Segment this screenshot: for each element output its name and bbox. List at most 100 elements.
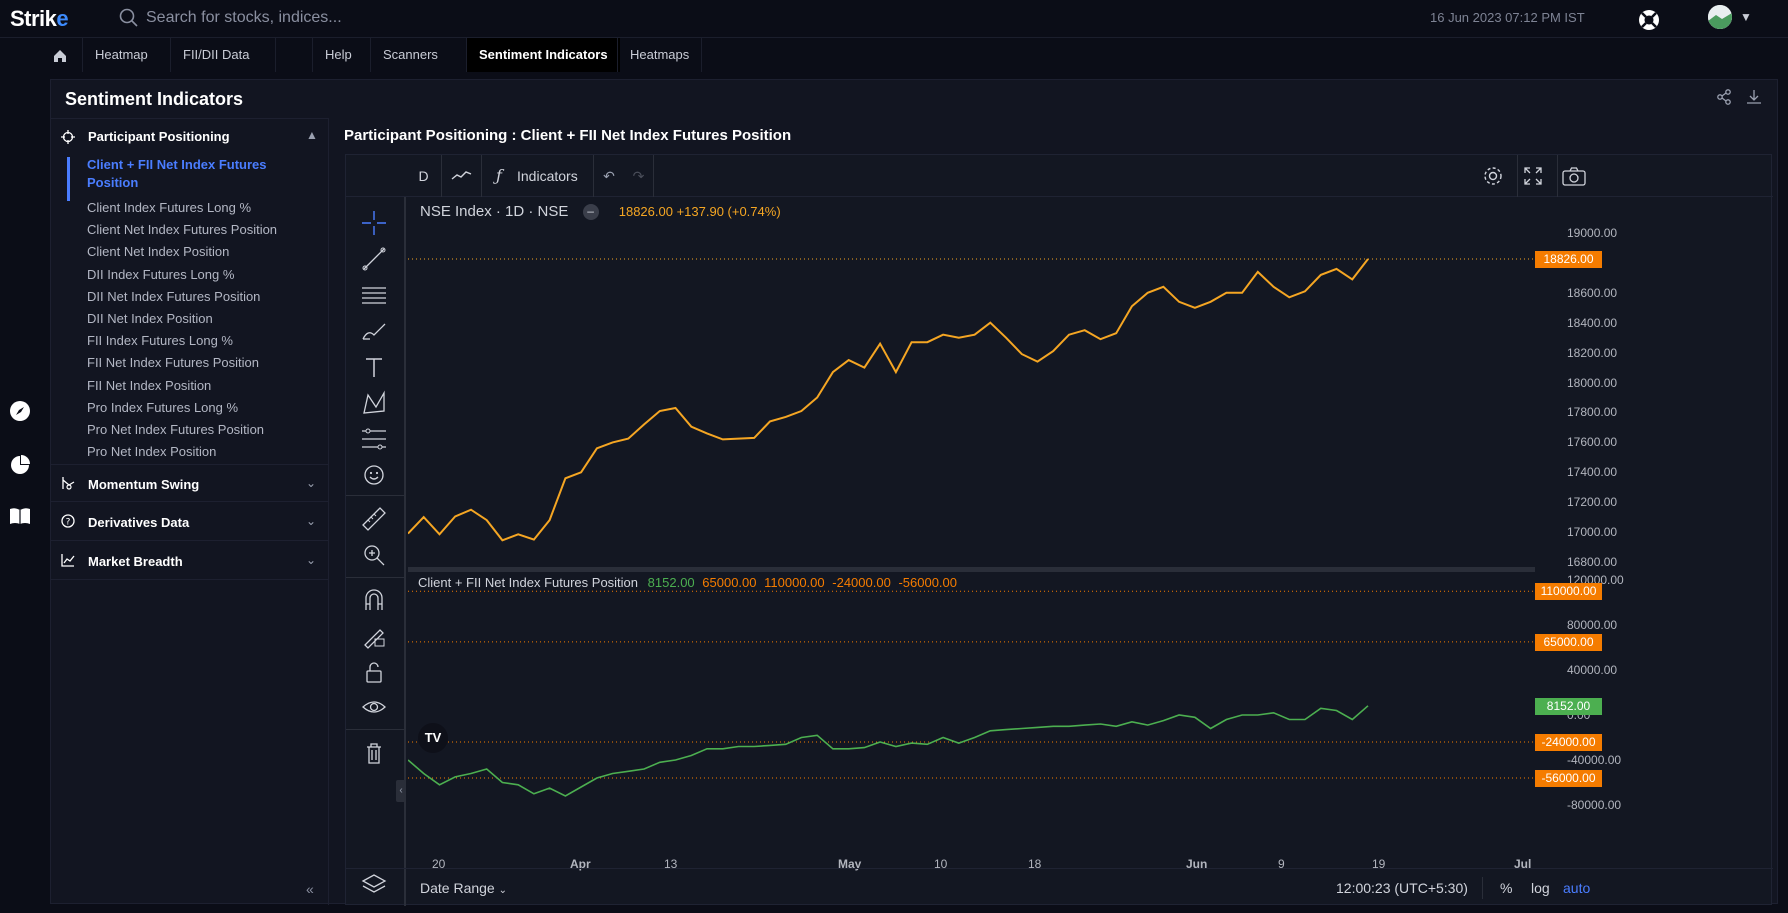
unlock-icon[interactable] xyxy=(360,658,388,686)
chart-type-button[interactable] xyxy=(442,155,482,197)
lock-pen-icon[interactable] xyxy=(360,622,388,650)
chart-title: Participant Positioning : Client + FII N… xyxy=(344,127,792,144)
book-icon[interactable] xyxy=(9,506,31,526)
redo-icon[interactable]: ↷ xyxy=(624,155,654,197)
sidebar-item-dii-net-index-futures-position[interactable]: DII Net Index Futures Position xyxy=(87,287,317,307)
collapse-toolbar-icon[interactable]: ‹ xyxy=(396,780,406,802)
settings-icon[interactable] xyxy=(1482,165,1504,187)
pattern-icon[interactable] xyxy=(360,389,388,417)
level-tag: 8152.00 xyxy=(1535,697,1602,715)
crosshair-icon xyxy=(61,130,75,144)
y-tick-label: 18000.00 xyxy=(1567,375,1618,390)
sidebar-section-market-breadth[interactable]: Market Breadth ⌄ xyxy=(51,542,328,580)
line-style-icon xyxy=(451,171,472,180)
y-tick-label: 19000.00 xyxy=(1567,226,1618,240)
y-tick-label: 18400.00 xyxy=(1567,315,1618,330)
lifebuoy-icon[interactable] xyxy=(1637,8,1661,32)
percent-toggle[interactable]: % xyxy=(1500,880,1512,896)
tab-heatmaps[interactable]: Heatmaps xyxy=(617,38,703,72)
sidebar-section-label: Derivatives Data xyxy=(88,515,190,530)
brush-icon[interactable] xyxy=(360,317,388,345)
share-icon[interactable] xyxy=(1716,89,1732,105)
last-price-tag: 18826.00 xyxy=(1535,251,1602,269)
tab-sentiment-indicators[interactable]: Sentiment Indicators xyxy=(466,38,620,72)
tradingview-logo[interactable]: TV xyxy=(418,723,448,753)
avatar[interactable] xyxy=(1708,5,1732,29)
indicators-button[interactable]: ƒ Indicators xyxy=(482,155,594,197)
sidebar: Participant Positioning ▲ Client + FII N… xyxy=(51,118,329,905)
level-tag: -24000.00 xyxy=(1535,734,1602,751)
active-indicator xyxy=(67,157,70,201)
interval-button[interactable]: D xyxy=(406,155,442,197)
tab-fii-dii-data[interactable]: FII/DII Data xyxy=(170,38,261,72)
legend-toggle-icon[interactable]: – xyxy=(582,204,599,221)
y-tick-label: 17200.00 xyxy=(1567,495,1618,510)
symbol-label: NSE Index · 1D · NSE xyxy=(420,203,569,220)
eye-icon[interactable] xyxy=(360,694,388,722)
y-axis[interactable]: 19000.00 18600.00 18400.00 18200.00 18000.00… xyxy=(1535,197,1773,906)
plot-area[interactable]: NSE Index · 1D · NSE – 18826.00 +137.90 … xyxy=(408,197,1535,906)
y-tick-label: 17600.00 xyxy=(1567,435,1618,450)
forecast-icon[interactable] xyxy=(360,425,388,453)
ruler-icon[interactable] xyxy=(360,505,388,533)
pane-divider[interactable] xyxy=(408,567,1535,572)
tab-scanners[interactable]: Scanners xyxy=(370,38,450,72)
y-tick-label: 80000.00 xyxy=(1567,618,1618,632)
y-tick-label: 16800.00 xyxy=(1567,555,1618,569)
horizontal-lines-icon[interactable] xyxy=(360,281,388,309)
y-tick-label: 17400.00 xyxy=(1567,465,1618,480)
sidebar-item-dii-index-futures-long[interactable]: DII Index Futures Long % xyxy=(87,265,317,285)
zoom-in-icon[interactable] xyxy=(360,541,388,569)
text-icon[interactable] xyxy=(360,353,388,381)
sidebar-item-client-net-index-futures-position[interactable]: Client Net Index Futures Position xyxy=(87,220,317,240)
sidebar-item-client-fii-net-index-futures-position[interactable]: Client + FII Net Index Futures Position xyxy=(87,156,287,192)
undo-icon[interactable]: ↶ xyxy=(594,155,624,197)
tab-heatmap[interactable]: Heatmap xyxy=(82,38,160,72)
sidebar-item-fii-net-index-futures-position[interactable]: FII Net Index Futures Position xyxy=(87,353,317,373)
fullscreen-icon[interactable] xyxy=(1523,166,1543,186)
sidebar-item-fii-net-index-position[interactable]: FII Net Index Position xyxy=(87,376,317,396)
sidebar-section-momentum-swing[interactable]: Momentum Swing ⌄ xyxy=(51,464,328,502)
search-icon xyxy=(119,8,138,27)
search-input[interactable] xyxy=(146,6,746,30)
logo-accent: e xyxy=(56,6,69,31)
tab-blank[interactable] xyxy=(275,38,313,72)
emoji-icon[interactable] xyxy=(360,461,388,489)
date-range-button[interactable]: Date Range ⌄ xyxy=(420,880,507,896)
sidebar-item-pro-index-futures-long[interactable]: Pro Index Futures Long % xyxy=(87,398,317,418)
y-tick-label: 17800.00 xyxy=(1567,405,1618,420)
price-legend: NSE Index · 1D · NSE – 18826.00 +137.90 … xyxy=(420,203,781,221)
sidebar-item-client-net-index-position[interactable]: Client Net Index Position xyxy=(87,242,317,262)
sidebar-section-participant-positioning[interactable]: Participant Positioning ▲ xyxy=(51,119,328,151)
price-values: 18826.00 +137.90 (+0.74%) xyxy=(618,204,781,219)
log-toggle[interactable]: log xyxy=(1531,880,1550,896)
compass-icon[interactable] xyxy=(9,400,31,422)
magnet-icon[interactable] xyxy=(360,586,388,614)
sidebar-item-dii-net-index-position[interactable]: DII Net Index Position xyxy=(87,309,317,329)
pie-chart-icon[interactable] xyxy=(9,453,31,475)
trash-icon[interactable] xyxy=(360,739,388,767)
level-tag: 65000.00 xyxy=(1535,633,1602,651)
sidebar-item-pro-net-index-position[interactable]: Pro Net Index Position xyxy=(87,442,317,462)
home-icon xyxy=(54,49,66,62)
chevron-down-icon[interactable]: ▼ xyxy=(1740,10,1752,24)
download-icon[interactable] xyxy=(1746,89,1762,105)
logo[interactable]: Strike xyxy=(10,6,69,32)
sidebar-item-pro-net-index-futures-position[interactable]: Pro Net Index Futures Position xyxy=(87,420,317,440)
crosshair-tool-icon[interactable] xyxy=(360,209,388,237)
sidebar-item-client-index-futures-long[interactable]: Client Index Futures Long % xyxy=(87,198,317,218)
collapse-sidebar-icon[interactable]: « xyxy=(306,881,314,897)
auto-toggle[interactable]: auto xyxy=(1563,880,1590,896)
trend-line-icon[interactable] xyxy=(360,245,388,273)
camera-icon[interactable] xyxy=(1562,166,1586,186)
panel-title: Sentiment Indicators xyxy=(65,89,244,109)
sidebar-item-fii-index-futures-long[interactable]: FII Index Futures Long % xyxy=(87,331,317,351)
tab-help[interactable]: Help xyxy=(312,38,364,72)
line-chart-icon xyxy=(61,554,75,567)
chevron-down-icon: ⌄ xyxy=(306,476,317,490)
indicator-level: 65000.00 xyxy=(702,575,757,590)
swing-icon xyxy=(62,477,75,490)
indicator-level: -56000.00 xyxy=(898,575,958,590)
tab-home[interactable] xyxy=(40,38,80,72)
sidebar-section-derivatives-data[interactable]: ? Derivatives Data ⌄ xyxy=(51,503,328,541)
